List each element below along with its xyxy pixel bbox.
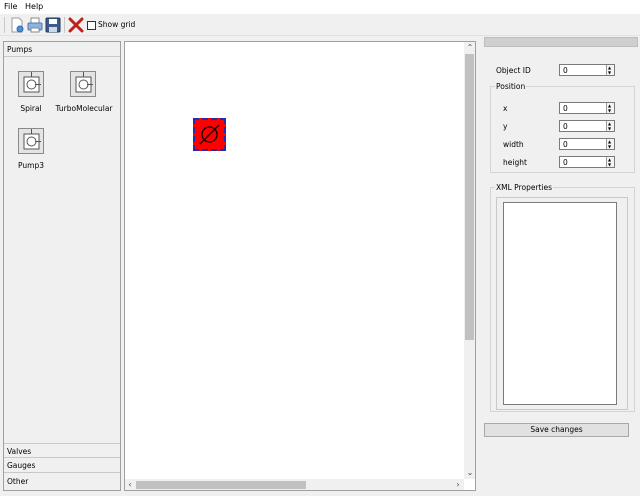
- show-grid-checkbox[interactable]: [87, 21, 96, 30]
- toolbox-category-valves[interactable]: Valves: [4, 443, 120, 458]
- pump-pump3-tile[interactable]: [18, 128, 44, 154]
- x-label: x: [503, 104, 508, 113]
- spinbox-arrows-icon[interactable]: ▲ ▼: [606, 121, 614, 131]
- pump-turbomolecular-label: TurboMolecular: [55, 104, 113, 113]
- scroll-right-arrow-icon[interactable]: ›: [453, 480, 463, 490]
- toolbar-separator: [64, 17, 65, 33]
- scroll-up-arrow-icon[interactable]: ⌃: [465, 43, 475, 53]
- pump-spiral-tile[interactable]: [18, 71, 44, 97]
- horizontal-scroll-thumb[interactable]: [136, 481, 306, 489]
- scroll-down-arrow-icon[interactable]: ⌄: [465, 468, 475, 478]
- save-changes-button[interactable]: Save changes: [484, 423, 629, 437]
- width-spinbox[interactable]: 0 ▲ ▼: [559, 138, 615, 150]
- pump-symbol-icon: [23, 129, 41, 150]
- vertical-scroll-thumb[interactable]: [465, 54, 474, 340]
- object-id-value: 0: [563, 66, 568, 75]
- pump-symbol-icon: [75, 72, 93, 93]
- pumps-page: Spiral TurboMolecular Pump3: [4, 57, 120, 443]
- y-label: y: [503, 122, 508, 131]
- empty-set-icon: [199, 124, 220, 145]
- y-spinbox[interactable]: 0 ▲ ▼: [559, 120, 615, 132]
- pump-turbomolecular-tile[interactable]: [70, 71, 96, 97]
- spinbox-arrows-icon[interactable]: ▲ ▼: [606, 157, 614, 167]
- print-icon[interactable]: [27, 17, 43, 33]
- spinbox-arrows-icon[interactable]: ▲ ▼: [606, 103, 614, 113]
- xml-properties-label: XML Properties: [495, 183, 554, 192]
- menu-file[interactable]: File: [4, 2, 17, 11]
- pump-pump3-label: Pump3: [18, 161, 44, 170]
- x-value: 0: [563, 104, 568, 113]
- toolbox-category-pumps[interactable]: Pumps: [4, 42, 120, 57]
- position-group-label: Position: [495, 82, 527, 91]
- properties-panel-header: [484, 37, 638, 47]
- height-value: 0: [563, 158, 568, 167]
- toolbox-panel: Pumps Spiral TurboMolecular Pump3 Valves…: [3, 41, 121, 491]
- new-document-icon[interactable]: [9, 17, 25, 33]
- xml-properties-editor[interactable]: [503, 202, 617, 405]
- spinbox-arrows-icon[interactable]: ▲ ▼: [606, 65, 614, 75]
- menu-bar: File Help: [0, 0, 640, 14]
- diagram-canvas[interactable]: [124, 41, 476, 491]
- menu-help[interactable]: Help: [25, 2, 43, 11]
- x-spinbox[interactable]: 0 ▲ ▼: [559, 102, 615, 114]
- toolbar-grip: [4, 17, 5, 33]
- scroll-left-arrow-icon[interactable]: ‹: [125, 480, 135, 490]
- object-id-spinbox[interactable]: 0 ▲ ▼: [559, 64, 615, 76]
- spinbox-arrows-icon[interactable]: ▲ ▼: [606, 139, 614, 149]
- pump-symbol-icon: [23, 72, 41, 93]
- height-label: height: [503, 158, 527, 167]
- toolbar: Show grid: [0, 14, 640, 36]
- y-value: 0: [563, 122, 568, 131]
- toolbox-category-other[interactable]: Other: [4, 474, 120, 489]
- delete-icon[interactable]: [68, 17, 84, 33]
- width-label: width: [503, 140, 524, 149]
- toolbox-category-gauges[interactable]: Gauges: [4, 458, 120, 473]
- show-grid-label[interactable]: Show grid: [98, 20, 135, 29]
- width-value: 0: [563, 140, 568, 149]
- save-icon[interactable]: [45, 17, 61, 33]
- object-id-label: Object ID: [496, 66, 531, 75]
- selected-object[interactable]: [193, 118, 226, 151]
- height-spinbox[interactable]: 0 ▲ ▼: [559, 156, 615, 168]
